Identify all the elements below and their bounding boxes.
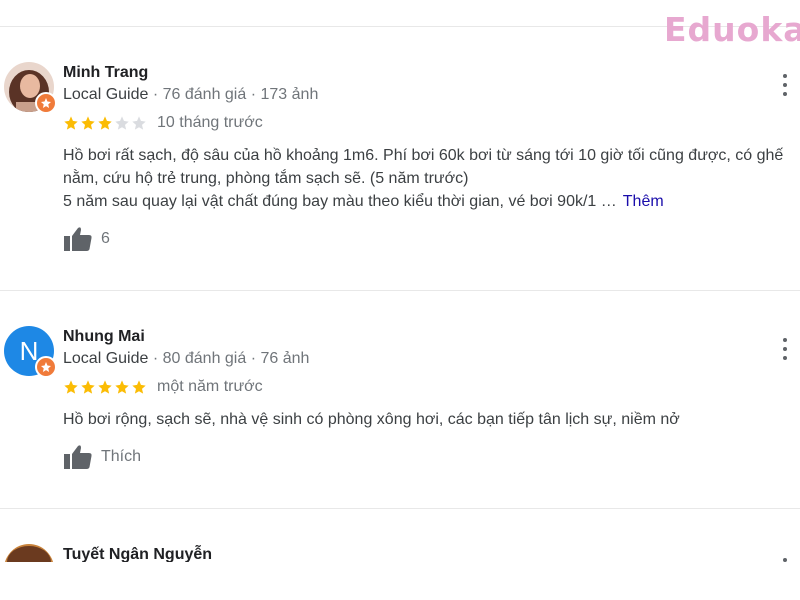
review-text: Hồ bơi rất sạch, độ sâu của hồ khoảng 1m… — [63, 144, 800, 213]
star-filled-icon — [81, 116, 95, 130]
rating-row: 10 tháng trước — [63, 114, 263, 132]
local-guide-label: Local Guide — [63, 86, 149, 103]
review-date: 10 tháng trước — [157, 114, 263, 131]
star-filled-icon — [81, 380, 95, 394]
review-divider — [0, 508, 800, 509]
star-filled-icon — [64, 116, 78, 130]
more-link[interactable]: Thêm — [623, 193, 664, 210]
more-options-icon[interactable] — [778, 74, 792, 96]
star-filled-icon — [64, 380, 78, 394]
review-divider — [0, 290, 800, 291]
reviewer-name[interactable]: Nhung Mai — [63, 328, 145, 346]
rating-row: một năm trước — [63, 378, 263, 396]
eduoka-watermark-logo: Eduoka — [664, 10, 800, 49]
local-guide-label: Local Guide — [63, 350, 149, 367]
review-text: Hồ bơi rộng, sạch sẽ, nhà vệ sinh có phò… — [63, 408, 800, 431]
star-filled-icon — [98, 116, 112, 130]
reviewer-meta: Local Guide · 80 đánh giá · 76 ảnh — [63, 350, 310, 367]
star-empty-icon — [132, 116, 146, 130]
more-options-icon[interactable] — [778, 558, 792, 562]
star-filled-icon — [115, 380, 129, 394]
photo-count: 76 ảnh — [260, 350, 310, 367]
thumbs-up-icon — [64, 227, 92, 251]
star-filled-icon — [98, 380, 112, 394]
review-card: Tuyết Ngân Nguyễn — [0, 544, 800, 562]
review-text-line: nằm, cứu hộ trẻ trung, phòng tắm sạch sẽ… — [63, 170, 469, 187]
review-text-line: Hồ bơi rất sạch, độ sâu của hồ khoảng 1m… — [63, 147, 784, 164]
star-filled-icon — [132, 380, 146, 394]
local-guide-badge-icon — [35, 92, 57, 114]
like-button[interactable]: Thích — [63, 444, 141, 470]
avatar[interactable] — [4, 544, 54, 562]
photo-count: 173 ảnh — [260, 86, 319, 103]
avatar[interactable] — [4, 62, 57, 114]
avatar-photo — [4, 544, 54, 562]
avatar[interactable]: N — [4, 326, 57, 378]
star-empty-icon — [115, 116, 129, 130]
review-date: một năm trước — [157, 378, 263, 395]
like-button[interactable]: 6 — [63, 226, 110, 252]
like-count: 6 — [101, 230, 110, 247]
reviewer-name[interactable]: Tuyết Ngân Nguyễn — [63, 546, 212, 562]
like-label: Thích — [101, 448, 142, 465]
more-options-icon[interactable] — [778, 338, 792, 360]
thumbs-up-icon — [64, 445, 92, 469]
review-text-line: Hồ bơi rộng, sạch sẽ, nhà vệ sinh có phò… — [63, 411, 680, 428]
star-rating — [63, 115, 147, 131]
star-rating — [63, 379, 147, 395]
reviewer-meta: Local Guide · 76 đánh giá · 173 ảnh — [63, 86, 319, 103]
reviewer-name[interactable]: Minh Trang — [63, 64, 148, 82]
review-count: 80 đánh giá — [162, 350, 247, 367]
review-count: 76 đánh giá — [162, 86, 247, 103]
local-guide-badge-icon — [35, 356, 57, 378]
review-text-line: 5 năm sau quay lại vật chất đúng bay màu… — [63, 193, 664, 210]
